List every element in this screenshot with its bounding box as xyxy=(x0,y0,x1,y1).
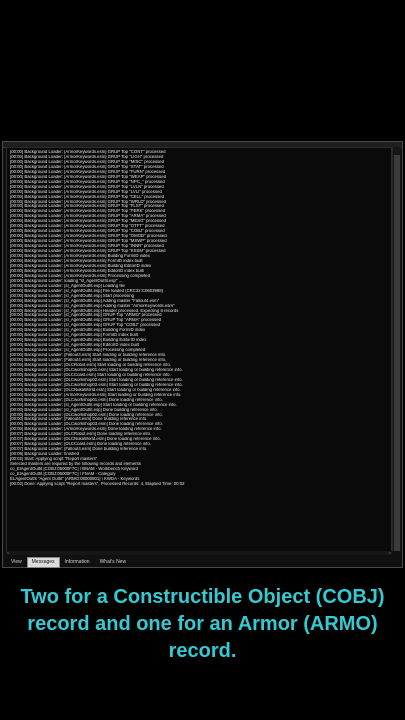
messages-window: [00:00] Background Loader: [ArmorKeyword… xyxy=(2,141,403,568)
scroll-right-arrow-icon[interactable]: > xyxy=(389,550,391,555)
message-log[interactable]: [00:00] Background Loader: [ArmorKeyword… xyxy=(6,147,392,553)
horizontal-scrollbar[interactable]: < > xyxy=(6,550,392,555)
log-line: [00:02] Done: Applying script "Report ma… xyxy=(10,481,185,486)
tab-view[interactable]: View xyxy=(6,557,27,568)
caption-line-3: record. xyxy=(168,640,237,662)
tab-information[interactable]: Information xyxy=(60,557,95,568)
tab-whats-new[interactable]: What's New xyxy=(95,557,132,568)
caption-line-2: record and one for an Armor (ARMO) xyxy=(27,613,378,635)
caption-line-1: Two for a Constructible Object (COBJ) xyxy=(20,586,385,608)
tab-messages[interactable]: Messages xyxy=(26,557,60,568)
bottom-tabs: View Messages Information What's New xyxy=(6,556,132,568)
log-lines-container: [00:00] Background Loader: [ArmorKeyword… xyxy=(7,148,391,489)
scrollbar-thumb[interactable] xyxy=(394,155,400,551)
video-caption: Two for a Constructible Object (COBJ) re… xyxy=(0,584,405,665)
vertical-scrollbar[interactable] xyxy=(392,147,401,551)
scroll-left-arrow-icon[interactable]: < xyxy=(7,550,9,555)
